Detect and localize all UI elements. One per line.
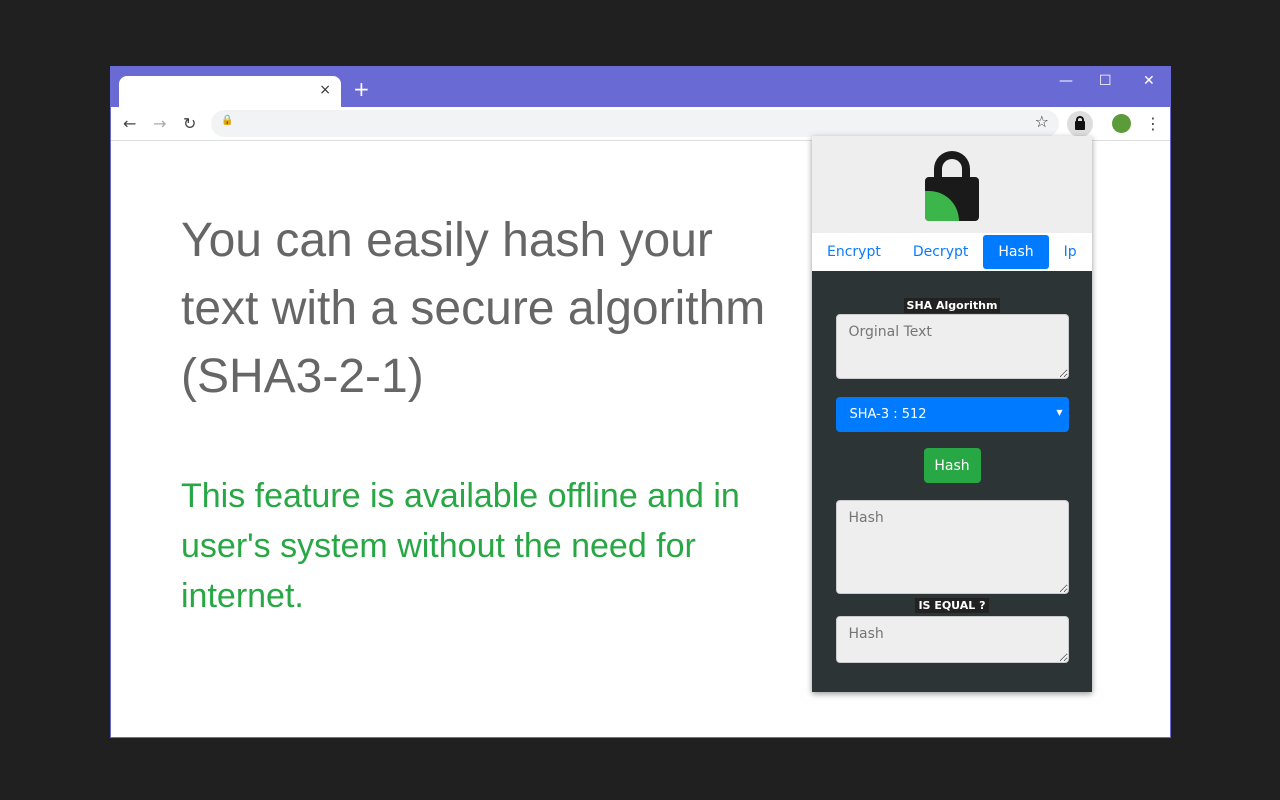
browser-tab[interactable]: × [119, 76, 341, 107]
tab-hash[interactable]: Hash [983, 235, 1049, 269]
hash-output[interactable] [835, 500, 1069, 594]
hash-button[interactable]: Hash [923, 448, 981, 483]
minimize-button[interactable]: — [1059, 73, 1073, 89]
hero-subtext: This feature is available offline and in… [181, 477, 740, 615]
new-tab-button[interactable]: + [353, 77, 370, 101]
reload-button[interactable]: ↻ [183, 114, 196, 133]
tab-decrypt[interactable]: Decrypt [898, 235, 984, 269]
tab-ip[interactable]: Ip [1049, 235, 1092, 269]
bookmark-star-icon[interactable]: ☆ [1035, 112, 1049, 131]
tab-encrypt[interactable]: Encrypt [812, 235, 896, 269]
is-equal-label: IS EQUAL ? [812, 598, 1092, 613]
original-text-input[interactable] [835, 314, 1069, 379]
back-button[interactable]: ← [123, 114, 136, 133]
address-bar[interactable]: 🔒 ☆ [211, 110, 1059, 137]
profile-avatar[interactable] [1112, 114, 1131, 133]
popup-banner [812, 136, 1092, 233]
lock-icon: 🔒 [221, 115, 234, 126]
padlock-logo-icon [925, 151, 979, 221]
compare-hash-input[interactable] [835, 616, 1069, 663]
menu-icon[interactable]: ⋮ [1145, 114, 1161, 133]
close-window-button[interactable]: ✕ [1143, 73, 1155, 89]
extension-popup: Encrypt Decrypt Hash Ip SHA Algorithm SH… [812, 136, 1092, 692]
title-bar: × + — ☐ ✕ [111, 67, 1170, 107]
hero-section: You can easily hash your text with a sec… [181, 207, 771, 621]
dropdown-arrow-icon: ▼ [1056, 408, 1063, 417]
maximize-button[interactable]: ☐ [1099, 73, 1112, 89]
forward-button[interactable]: → [153, 114, 166, 133]
extension-lock-icon[interactable] [1067, 111, 1093, 137]
algorithm-select[interactable]: SHA-3 : 512 ▼ [835, 397, 1069, 432]
hero-headline: You can easily hash your text with a sec… [181, 214, 766, 403]
popup-tabs: Encrypt Decrypt Hash Ip [812, 233, 1092, 271]
tab-close-icon[interactable]: × [319, 82, 331, 98]
sha-algorithm-label: SHA Algorithm [812, 298, 1092, 313]
